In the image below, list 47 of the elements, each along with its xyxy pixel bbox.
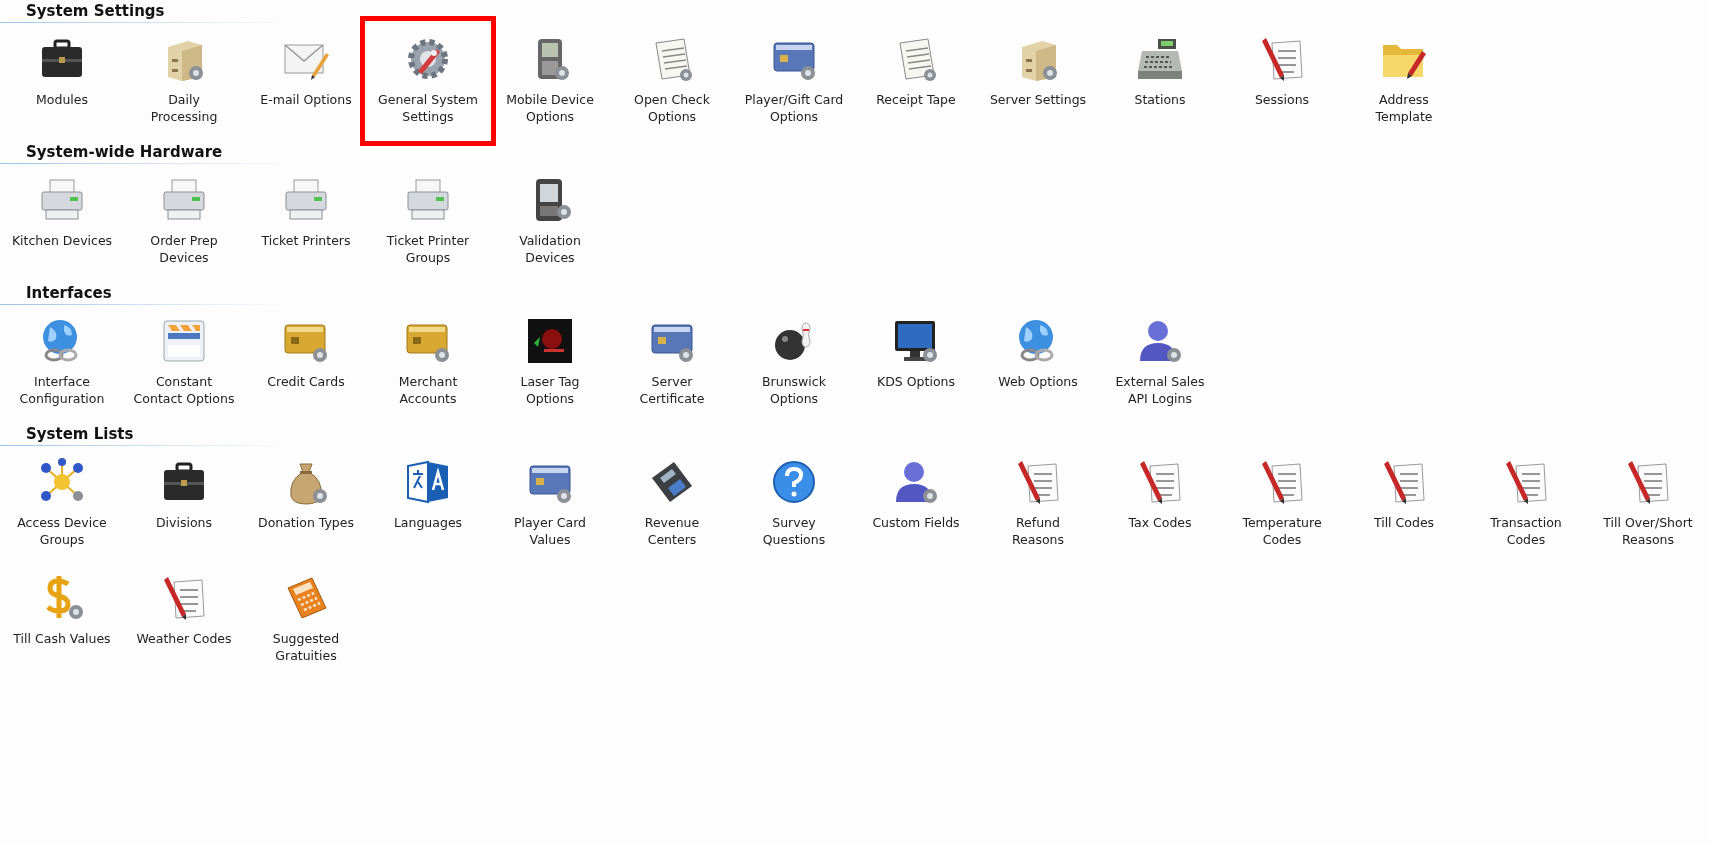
- settings-tile[interactable]: Weather Codes: [123, 562, 245, 678]
- settings-tile[interactable]: Languages: [367, 446, 489, 562]
- settings-tile[interactable]: Tax Codes: [1099, 446, 1221, 562]
- contact-card-icon: [160, 317, 208, 365]
- settings-tile[interactable]: Stations: [1099, 23, 1221, 139]
- settings-tile[interactable]: Receipt Tape: [855, 23, 977, 139]
- settings-tile[interactable]: Temperature Codes: [1221, 446, 1343, 562]
- settings-tile[interactable]: Order Prep Devices: [123, 164, 245, 280]
- settings-tile[interactable]: Access Device Groups: [1, 446, 123, 562]
- settings-tile[interactable]: Player Card Values: [489, 446, 611, 562]
- settings-tile[interactable]: Refund Reasons: [977, 446, 1099, 562]
- settings-tile[interactable]: Modules: [1, 23, 123, 139]
- settings-tile[interactable]: Ticket Printer Groups: [367, 164, 489, 280]
- settings-tile[interactable]: Suggested Gratuities: [245, 562, 367, 678]
- settings-tile[interactable]: Donation Types: [245, 446, 367, 562]
- settings-tile[interactable]: Validation Devices: [489, 164, 611, 280]
- settings-tile[interactable]: Survey Questions: [733, 446, 855, 562]
- settings-tile[interactable]: Daily Processing: [123, 23, 245, 139]
- settings-tile[interactable]: Laser Tag Options: [489, 305, 611, 421]
- settings-tile[interactable]: Interface Configuration: [1, 305, 123, 421]
- settings-tile[interactable]: E-mail Options: [245, 23, 367, 139]
- settings-tile[interactable]: General System Settings: [367, 23, 489, 139]
- settings-tile[interactable]: Constant Contact Options: [123, 305, 245, 421]
- settings-tile[interactable]: Web Options: [977, 305, 1099, 421]
- settings-tile[interactable]: Till Cash Values: [1, 562, 123, 678]
- settings-tile[interactable]: Mobile Device Options: [489, 23, 611, 139]
- settings-tile[interactable]: Transaction Codes: [1465, 446, 1587, 562]
- settings-tile[interactable]: Till Over/Short Reasons: [1587, 446, 1709, 562]
- settings-tile[interactable]: Till Codes: [1343, 446, 1465, 562]
- settings-tile[interactable]: KDS Options: [855, 305, 977, 421]
- settings-tile[interactable]: Open Check Options: [611, 23, 733, 139]
- settings-tile[interactable]: Server Settings: [977, 23, 1099, 139]
- settings-tile[interactable]: Custom Fields: [855, 446, 977, 562]
- help-icon: [770, 458, 818, 506]
- settings-tile[interactable]: Merchant Accounts: [367, 305, 489, 421]
- settings-tile[interactable]: External Sales API Logins: [1099, 305, 1221, 421]
- settings-tile[interactable]: Brunswick Options: [733, 305, 855, 421]
- settings-tile[interactable]: Revenue Centers: [611, 446, 733, 562]
- settings-tile[interactable]: Player/Gift Card Options: [733, 23, 855, 139]
- settings-tile[interactable]: Divisions: [123, 446, 245, 562]
- settings-tile[interactable]: Ticket Printers: [245, 164, 367, 280]
- settings-tile[interactable]: Sessions: [1221, 23, 1343, 139]
- laser-logo-icon: [526, 317, 574, 365]
- settings-tile[interactable]: Address Template: [1343, 23, 1465, 139]
- settings-tile[interactable]: Kitchen Devices: [1, 164, 123, 280]
- settings-tile[interactable]: Server Certificate: [611, 305, 733, 421]
- settings-tile[interactable]: Credit Cards: [245, 305, 367, 421]
